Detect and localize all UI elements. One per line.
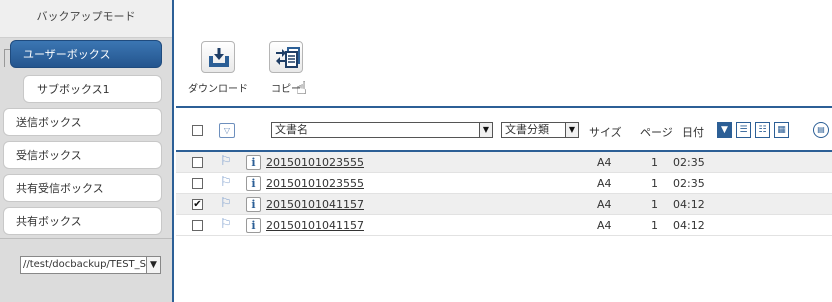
doc-category-select[interactable]: 文書分類 ▼ (501, 122, 579, 138)
sidebar-item-sub-box-1[interactable]: サブボックス1 (23, 75, 162, 103)
calculator-icon[interactable]: ▤ (813, 122, 829, 138)
flag-icon[interactable]: ⚐ (220, 196, 232, 211)
size-header: サイズ (589, 126, 622, 139)
page-count: 1 (651, 177, 658, 190)
time-value: 02:35 (673, 156, 705, 169)
sidebar-item-shared-box[interactable]: 共有ボックス (3, 207, 162, 235)
doc-category-header: 文書分類 (505, 123, 549, 136)
sidebar-title: バックアップモード (0, 0, 172, 38)
info-icon[interactable]: i (246, 218, 261, 233)
paper-size: A4 (597, 219, 612, 232)
date-header: 日付 (682, 126, 704, 139)
row-checkbox[interactable] (192, 178, 203, 189)
chevron-down-icon: ▼ (479, 123, 492, 137)
document-list: ⚐ i 20150101023555 A4 1 02:35 ⚐ i 201501… (176, 152, 832, 236)
page-count: 1 (651, 198, 658, 211)
flag-icon[interactable]: ⚐ (220, 175, 232, 190)
info-icon[interactable]: i (246, 176, 261, 191)
flag-filter-icon[interactable]: ▽ (219, 123, 235, 138)
table-row[interactable]: ✔ ⚐ i 20150101041157 A4 1 04:12 (176, 194, 832, 215)
paper-size: A4 (597, 156, 612, 169)
time-value: 04:12 (673, 219, 705, 232)
select-all-checkbox[interactable] (192, 125, 203, 136)
download-label: ダウンロード (188, 84, 248, 95)
time-value: 02:35 (673, 177, 705, 190)
sidebar: バックアップモード ユーザーボックス サブボックス1 送信ボックス 受信ボックス… (0, 0, 174, 302)
document-name-link[interactable]: 20150101023555 (266, 156, 364, 169)
pages-header: ページ (640, 126, 673, 139)
document-name-link[interactable]: 20150101023555 (266, 177, 364, 190)
paper-size: A4 (597, 177, 612, 190)
row-checkbox[interactable]: ✔ (192, 199, 203, 210)
list-view-icon[interactable]: ☰ (736, 122, 751, 138)
hand-pointer-icon: ☝ (296, 78, 307, 99)
sidebar-item-shared-receive-box[interactable]: 共有受信ボックス (3, 174, 162, 202)
flag-icon[interactable]: ⚐ (220, 217, 232, 232)
detail-view-icon[interactable]: ☷ (755, 122, 770, 138)
row-checkbox[interactable] (192, 220, 203, 231)
table-row[interactable]: ⚐ i 20150101023555 A4 1 02:35 (176, 173, 832, 194)
document-name-link[interactable]: 20150101041157 (266, 198, 364, 211)
copy-arrows-icon (269, 41, 303, 73)
sidebar-item-send-box[interactable]: 送信ボックス (3, 108, 162, 136)
thumbnail-view-icon[interactable]: ▦ (774, 122, 789, 138)
paper-size: A4 (597, 198, 612, 211)
copy-label: コピー (271, 84, 301, 95)
backup-path-value: //test/docbackup/TEST_S (23, 259, 147, 270)
info-icon[interactable]: i (246, 155, 261, 170)
list-header: ▽ 文書名 ▼ 文書分類 ▼ サイズ ページ 日付 ▼ ☰ ☷ ▦ ▤ (176, 110, 832, 152)
download-tray-icon (201, 41, 235, 73)
download-button[interactable]: ダウンロード (180, 41, 256, 95)
sidebar-item-user-box[interactable]: ユーザーボックス (10, 40, 162, 68)
info-icon[interactable]: i (246, 197, 261, 212)
sort-desc-icon[interactable]: ▼ (717, 122, 732, 138)
time-value: 04:12 (673, 198, 705, 211)
chevron-down-icon: ▼ (146, 257, 160, 273)
toolbar: ダウンロード コピー ☝ (176, 0, 832, 108)
chevron-down-icon: ▼ (565, 123, 578, 137)
table-row[interactable]: ⚐ i 20150101023555 A4 1 02:35 (176, 152, 832, 173)
flag-icon[interactable]: ⚐ (220, 154, 232, 169)
doc-name-header: 文書名 (275, 123, 308, 136)
sidebar-divider (0, 238, 172, 239)
sidebar-item-receive-box[interactable]: 受信ボックス (3, 141, 162, 169)
page-count: 1 (651, 219, 658, 232)
document-name-link[interactable]: 20150101041157 (266, 219, 364, 232)
backup-path-select[interactable]: //test/docbackup/TEST_S ▼ (20, 256, 161, 274)
row-checkbox[interactable] (192, 157, 203, 168)
page-count: 1 (651, 156, 658, 169)
table-row[interactable]: ⚐ i 20150101041157 A4 1 04:12 (176, 215, 832, 236)
copy-button[interactable]: コピー (248, 41, 324, 95)
doc-name-sort-select[interactable]: 文書名 ▼ (271, 122, 493, 138)
